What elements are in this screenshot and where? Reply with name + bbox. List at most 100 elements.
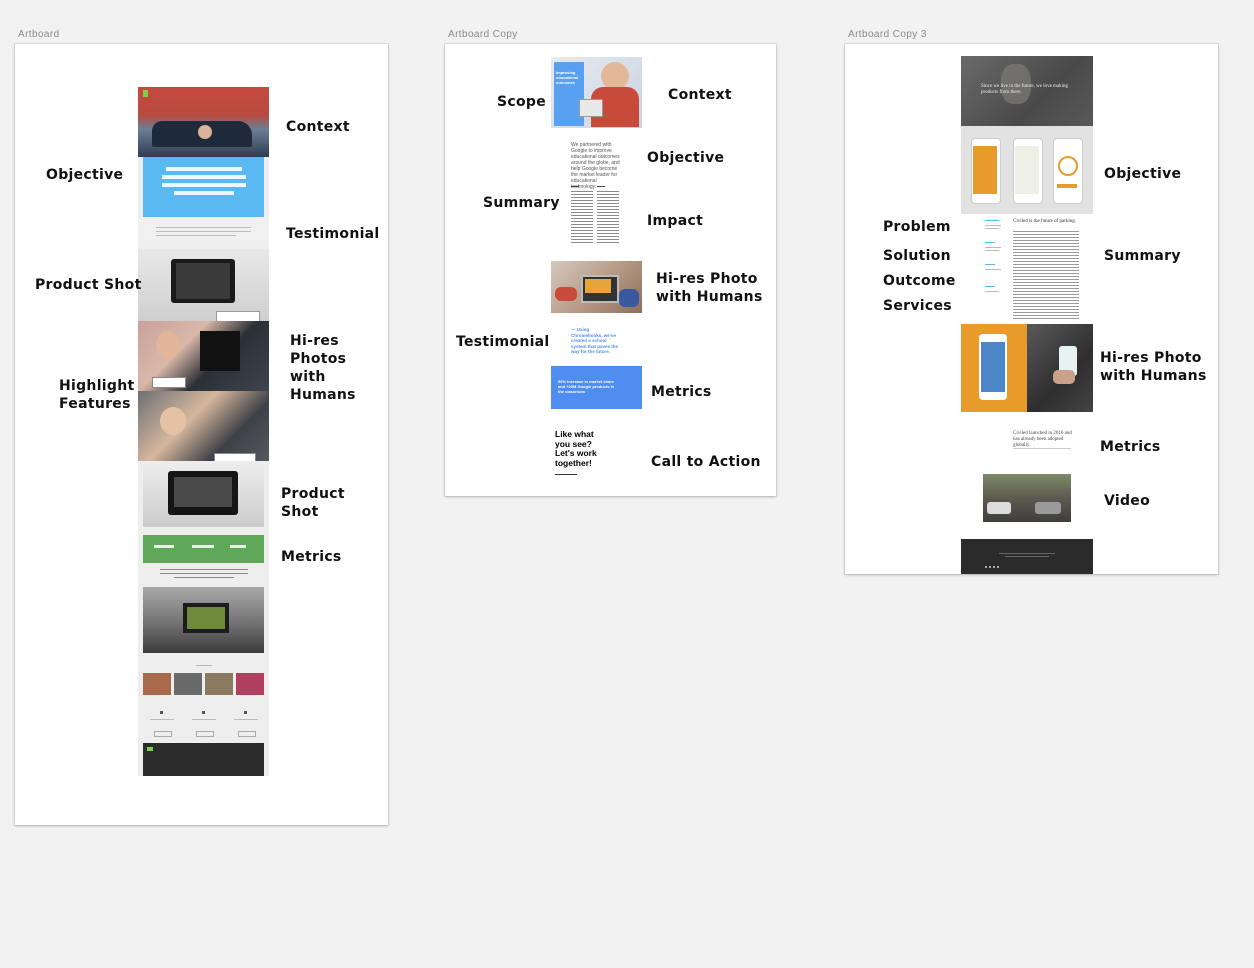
artboard-2[interactable]: Improving educational outcomes We partne… [445,44,776,496]
headrest-screen-content [187,607,225,629]
laptop-screen [585,279,611,293]
car-face [198,125,212,139]
label-scope: Scope [497,94,547,110]
metric-3 [230,545,246,548]
testimonial-line [156,227,251,228]
holding-hand [1053,370,1075,384]
nav-line [985,225,1001,226]
tablet-screen-2 [174,477,232,507]
metrics-band [143,535,264,563]
metric-1 [154,545,174,548]
feature-button [196,731,214,737]
feature-text [192,719,216,720]
nav-line [985,291,999,292]
feature-text [234,719,258,720]
testimonial-quote: — Using Chromebooks, we've created a sch… [571,327,619,354]
phone-3-button [1057,184,1077,188]
feature-text [150,719,174,720]
orange-panel-phone-screen [981,342,1005,392]
humans-photo-2 [138,391,269,461]
metrics-block-text: 50% increase in market share and +20M Go… [558,379,615,394]
col-head [571,186,579,187]
feature-button [154,731,172,737]
hand [555,287,577,301]
artboard-3[interactable]: Since we live in the future, we love mak… [845,44,1218,574]
nav-line [985,250,999,251]
nav-line [985,228,999,229]
feature-button [238,731,256,737]
scope-context-thumbnail: Improving educational outcomes [551,57,642,128]
metrics-text: Civiled launched in 2016 and has already… [1013,431,1072,448]
sidebar-nav-lines [985,220,1003,300]
label-summary: Summary [483,195,560,211]
artboard-2-title[interactable]: Artboard Copy [448,29,518,40]
nav-head [985,264,995,265]
label-metrics: Metrics [651,384,712,400]
label-hi-res-photos: Hi-res Photos with Humans [290,333,356,403]
col-head [597,186,605,187]
label-solution: Solution [883,248,951,264]
metrics-subline [1013,448,1071,449]
label-metrics: Metrics [1100,439,1161,455]
related-heading-line [196,665,212,666]
related-thumb-1 [143,673,171,695]
label-objective: Objective [1104,166,1182,182]
hero-text: Since we live in the future, we love mak… [981,84,1069,95]
label-context: Context [286,119,350,135]
logo-mark [143,90,148,97]
feature-icon-3 [244,711,247,714]
label-outcome: Outcome [883,273,956,289]
artboard-1[interactable]: Context Objective Testimonial Product Sh… [15,44,388,825]
hi-res-humans-photo [551,261,642,313]
nav-head [985,220,999,221]
footer-line [1005,556,1049,557]
metrics-text-line [160,569,248,570]
related-thumb-2 [174,673,202,695]
objective-card [143,157,264,217]
artboard-1-title[interactable]: Artboard [18,29,60,40]
label-product-shot: Product Shot [35,277,142,293]
nav-head [985,286,995,287]
hand-2 [619,289,639,307]
label-objective: Objective [647,150,725,166]
label-metrics: Metrics [281,549,342,565]
scope-card-text: Improving educational outcomes [556,70,579,85]
artboard-3-title[interactable]: Artboard Copy 3 [848,29,927,40]
child-photo-tablet [579,99,603,117]
phone-2-screen [1015,146,1039,194]
case-study-page-thumbnail [138,87,269,776]
label-hi-res-photo: Hi-res Photo with Humans [656,271,763,305]
video-car [987,502,1011,514]
page-footer [143,743,264,776]
cta-block: Like what you see? Let's work together! [555,429,607,480]
summary-body-text [1013,231,1079,321]
nav-head [985,242,995,243]
summary-title: Civiled is the future of parking. [1013,219,1077,224]
metric-2 [192,545,214,548]
feature-icon-1 [160,711,163,714]
cta-underline [555,474,577,475]
case-study-page-thumbnail-3: Since we live in the future, we love mak… [961,56,1093,574]
footer-line [999,553,1055,554]
label-objective: Objective [46,167,124,183]
phone-1-screen [973,146,997,194]
testimonial-line [156,231,251,232]
testimonial-block [138,217,269,247]
testimonial-line [156,235,236,236]
objective-card-line [162,175,246,179]
label-video: Video [1104,493,1151,509]
metrics-text-line [160,573,248,574]
objective-card-line [162,183,246,187]
related-thumb-4 [236,673,264,695]
phone-3-ring [1058,156,1078,176]
label-hi-res-photo: Hi-res Photo with Humans [1100,350,1207,384]
summary-columns [571,186,621,244]
label-testimonial: Testimonial [456,334,550,350]
video-car-2 [1035,502,1061,514]
label-context: Context [668,87,732,103]
nav-line [985,269,1001,270]
cta-text: Like what you see? Let's work together! [555,429,597,468]
objective-card-line [174,191,234,195]
footer-logo [147,747,153,751]
nav-line [985,247,1001,248]
